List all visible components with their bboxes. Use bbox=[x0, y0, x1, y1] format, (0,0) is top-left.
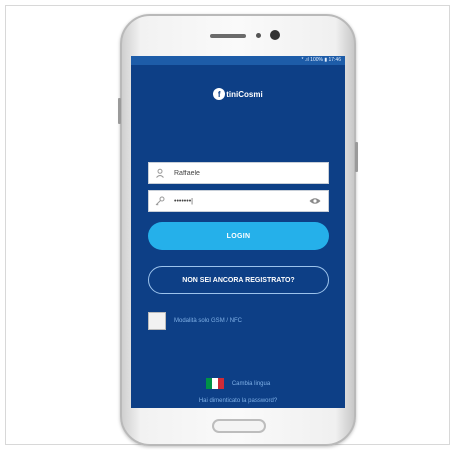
password-input[interactable] bbox=[174, 197, 308, 205]
mode-checkbox[interactable] bbox=[148, 312, 166, 330]
proximity-sensor bbox=[256, 33, 261, 38]
password-field[interactable] bbox=[148, 190, 329, 212]
username-field[interactable] bbox=[148, 162, 329, 184]
gsm-nfc-mode-option[interactable]: Modalità solo GSM / NFC bbox=[148, 312, 242, 330]
forgot-password-link[interactable]: Hai dimenticato la password? bbox=[131, 398, 345, 404]
italy-flag-icon bbox=[205, 378, 224, 389]
status-bar: * .ıl 100% ▮ 17:46 bbox=[131, 56, 345, 65]
change-language-label: Cambia lingua bbox=[231, 380, 271, 387]
login-button[interactable]: LOGIN bbox=[148, 222, 329, 250]
front-camera bbox=[270, 30, 280, 40]
power-button bbox=[355, 142, 358, 172]
logo-text: tiniCosmi bbox=[226, 89, 263, 99]
username-input[interactable] bbox=[174, 169, 328, 177]
earpiece-speaker bbox=[210, 34, 246, 38]
phone-device: * .ıl 100% ▮ 17:46 f tiniCosmi Raffaele … bbox=[118, 14, 358, 446]
mode-checkbox-label: Modalità solo GSM / NFC bbox=[174, 318, 243, 324]
home-button bbox=[212, 419, 266, 433]
register-button[interactable]: NON SEI ANCORA REGISTRATO? bbox=[148, 266, 329, 294]
key-icon bbox=[154, 195, 166, 207]
app-screen: * .ıl 100% ▮ 17:46 f tiniCosmi Raffaele … bbox=[131, 56, 345, 408]
user-icon bbox=[154, 167, 166, 179]
change-language-link[interactable]: Cambia lingua bbox=[131, 378, 345, 389]
volume-button bbox=[118, 98, 121, 124]
logo-mark-icon: f bbox=[213, 88, 226, 100]
eye-icon[interactable] bbox=[308, 196, 322, 206]
app-logo: f tiniCosmi bbox=[131, 88, 345, 100]
